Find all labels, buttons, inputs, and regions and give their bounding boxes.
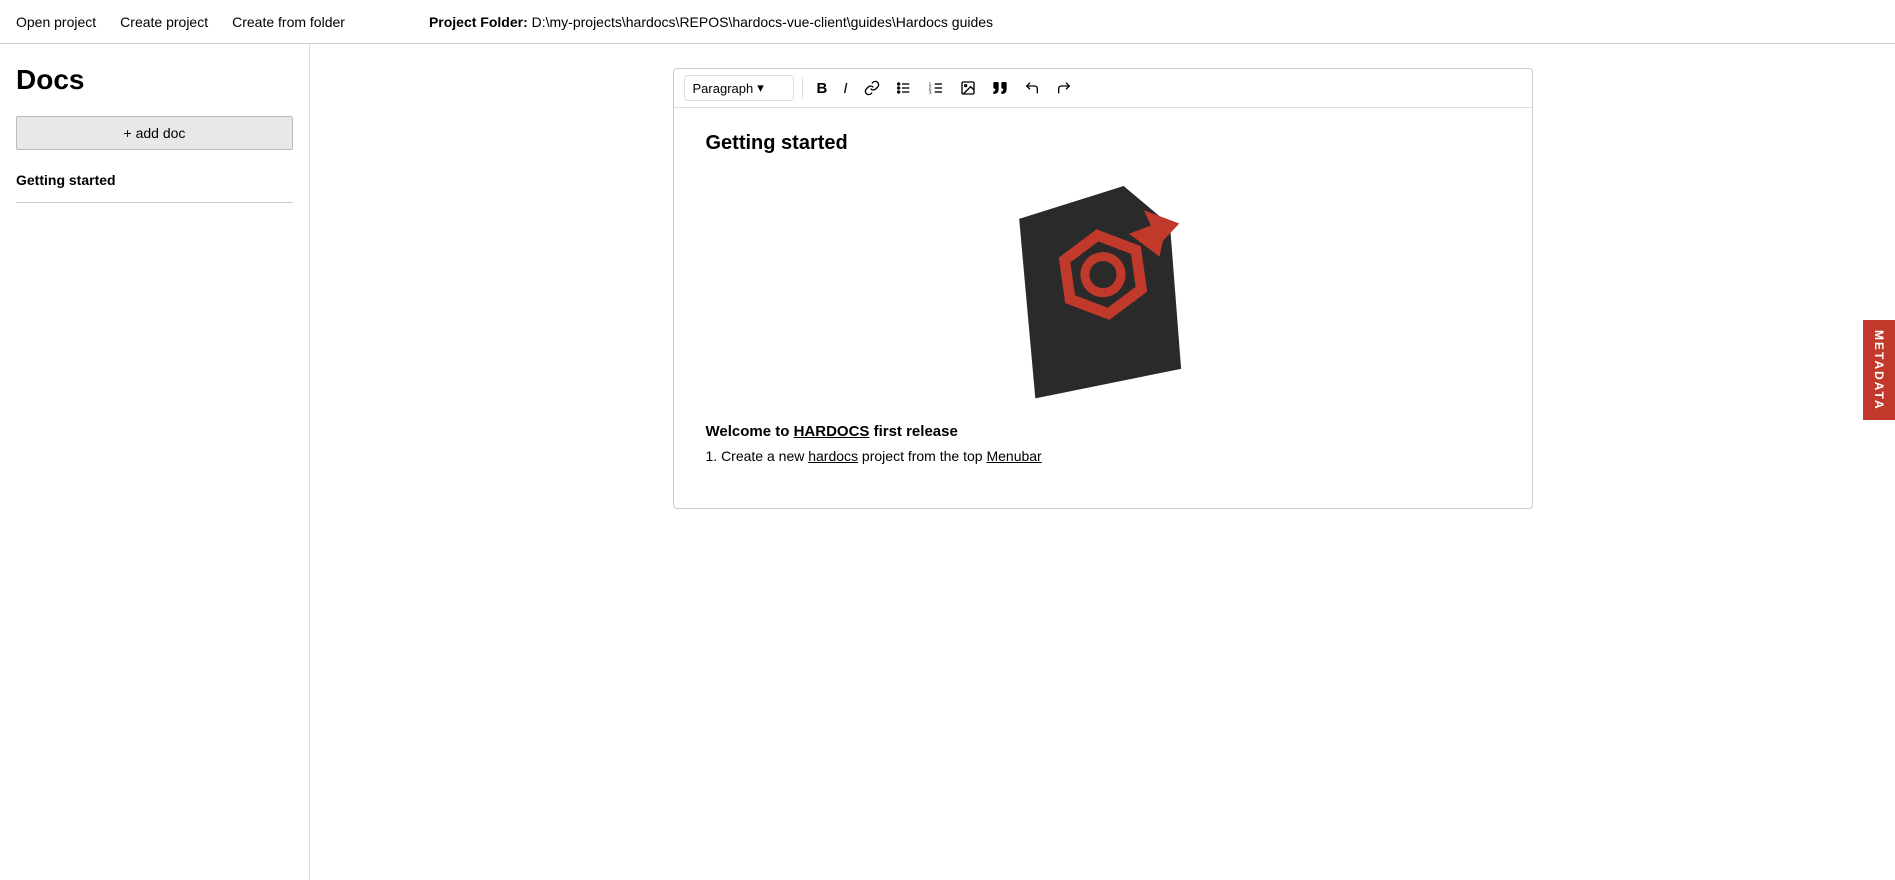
undo-icon <box>1024 80 1040 96</box>
hardocs-logo <box>1013 179 1193 399</box>
metadata-tab[interactable]: METADATA <box>1863 320 1895 420</box>
menubar-link: Menubar <box>986 448 1041 464</box>
main-layout: Docs + add doc Getting started Paragraph… <box>0 44 1895 880</box>
project-folder-path: D:\my-projects\hardocs\REPOS\hardocs-vue… <box>532 14 993 30</box>
content-area: Paragraph ▾ B I <box>310 44 1895 880</box>
redo-button[interactable] <box>1050 76 1078 100</box>
blockquote-button[interactable] <box>986 76 1014 100</box>
sidebar: Docs + add doc Getting started <box>0 44 310 880</box>
paragraph-select[interactable]: Paragraph ▾ <box>684 75 794 101</box>
paragraph-label: Paragraph <box>693 81 754 96</box>
project-folder-display: Project Folder: D:\my-projects\hardocs\R… <box>429 14 993 30</box>
italic-button[interactable]: I <box>837 77 853 100</box>
bold-button[interactable]: B <box>811 77 834 100</box>
project-folder-label: Project Folder: <box>429 14 528 30</box>
add-doc-button[interactable]: + add doc <box>16 116 293 150</box>
sidebar-divider <box>16 202 293 203</box>
create-project-menu[interactable]: Create project <box>120 14 208 30</box>
toolbar-divider-1 <box>802 78 803 98</box>
doc-welcome-text: Welcome to HARDOCS first release <box>706 423 1500 440</box>
image-icon <box>960 80 976 96</box>
welcome-prefix: Welcome to <box>706 423 794 440</box>
editor-body[interactable]: Getting started <box>674 108 1532 508</box>
create-from-folder-menu[interactable]: Create from folder <box>232 14 345 30</box>
hardocs-step-link: hardocs <box>808 448 858 464</box>
link-icon <box>864 80 880 96</box>
blockquote-icon <box>992 80 1008 96</box>
undo-button[interactable] <box>1018 76 1046 100</box>
svg-text:3.: 3. <box>928 89 932 94</box>
ordered-list-button[interactable]: 1. 2. 3. <box>922 76 950 100</box>
editor-toolbar: Paragraph ▾ B I <box>674 69 1532 108</box>
welcome-suffix: first release <box>869 423 957 440</box>
sidebar-title: Docs <box>16 64 293 96</box>
bullet-list-button[interactable] <box>890 76 918 100</box>
link-button[interactable] <box>858 76 886 100</box>
doc-title: Getting started <box>706 132 1500 155</box>
doc-step1: 1. Create a new hardocs project from the… <box>706 448 1500 464</box>
hardocs-brand: HARDOCS <box>794 423 870 440</box>
menubar: Open project Create project Create from … <box>0 0 1895 44</box>
step1-prefix: 1. Create a new <box>706 448 809 464</box>
bullet-list-icon <box>896 80 912 96</box>
open-project-menu[interactable]: Open project <box>16 14 96 30</box>
doc-image-area <box>706 179 1500 399</box>
sidebar-doc-getting-started[interactable]: Getting started <box>16 166 293 194</box>
editor-container: Paragraph ▾ B I <box>673 68 1533 509</box>
image-button[interactable] <box>954 76 982 100</box>
redo-icon <box>1056 80 1072 96</box>
step1-middle: project from the top <box>858 448 986 464</box>
ordered-list-icon: 1. 2. 3. <box>928 80 944 96</box>
chevron-down-icon: ▾ <box>757 80 764 96</box>
